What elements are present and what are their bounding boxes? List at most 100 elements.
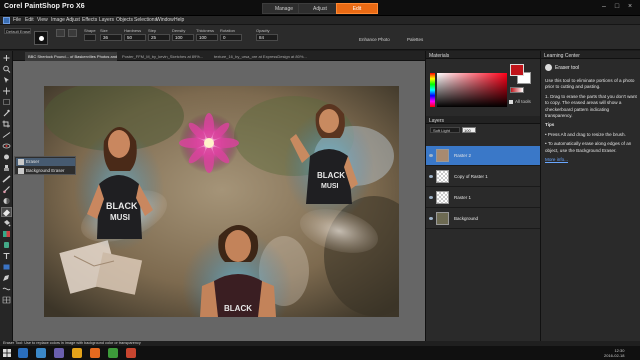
taskbar-app-icon[interactable] xyxy=(126,348,136,358)
pen-tool-icon[interactable] xyxy=(2,274,11,282)
straighten-tool-icon[interactable] xyxy=(2,131,11,139)
doc-tab-3[interactable]: texture_16_by_ursa_ore at ExpressDesign … xyxy=(211,52,319,61)
all-tools-checkbox[interactable]: All tools xyxy=(509,99,531,104)
paint-brush-tool-icon[interactable] xyxy=(2,186,11,194)
visibility-icon[interactable] xyxy=(429,217,433,220)
blend-mode-dropdown[interactable]: Soft Light xyxy=(430,127,460,133)
flyout-eraser-label: Eraser xyxy=(26,159,40,164)
brush-preview[interactable] xyxy=(34,31,48,45)
pick-tool-icon[interactable] xyxy=(2,76,11,84)
close-icon[interactable]: × xyxy=(624,2,636,12)
rectangle-tool-icon[interactable] xyxy=(2,263,11,271)
visibility-icon[interactable] xyxy=(429,196,433,199)
layer-opacity-field[interactable]: 100 xyxy=(462,127,476,133)
crop-tool-icon[interactable] xyxy=(2,120,11,128)
layer-row[interactable]: Raster 2 xyxy=(426,146,541,166)
color-picker[interactable] xyxy=(437,73,507,107)
tool-options-bar: Default Eraser Shape Size 36 Hardness 50… xyxy=(0,25,640,50)
taskbar-app-icon[interactable] xyxy=(54,348,64,358)
rotation-label: Rotation xyxy=(220,28,235,33)
doc-tab-2[interactable]: Poster_FFM_M_by_kevin_Sketches at 89%... xyxy=(119,52,207,61)
tab-edit[interactable]: Edit xyxy=(336,3,378,14)
shape-selector[interactable] xyxy=(84,34,96,41)
layer-row[interactable]: Copy of Raster 1 xyxy=(426,167,541,187)
flood-fill-tool-icon[interactable] xyxy=(2,219,11,227)
mesh-warp-icon[interactable] xyxy=(2,296,11,304)
menu-image[interactable]: Image xyxy=(51,17,65,23)
menu-layers[interactable]: Layers xyxy=(99,17,114,23)
selection-tool-icon[interactable] xyxy=(2,98,11,106)
menu-view[interactable]: View xyxy=(37,17,48,23)
hue-strip[interactable] xyxy=(430,73,435,107)
move-tool-icon[interactable] xyxy=(2,87,11,95)
flyout-eraser[interactable]: Eraser xyxy=(16,158,75,166)
thickness-field[interactable]: 100 xyxy=(196,34,218,41)
density-field[interactable]: 100 xyxy=(172,34,194,41)
step-field[interactable]: 25 xyxy=(148,34,170,41)
menu-objects[interactable]: Objects xyxy=(116,17,133,23)
layer-name: Raster 2 xyxy=(454,153,472,158)
eraser-tool-icon[interactable] xyxy=(1,207,12,217)
menu-file[interactable]: File xyxy=(13,17,21,23)
gradient-swatch[interactable] xyxy=(510,87,524,93)
more-info-link[interactable]: More info... xyxy=(545,157,637,163)
layers-header: Layers xyxy=(426,116,540,124)
learning-center-title: Learning Center xyxy=(544,53,580,59)
preset-dropdown[interactable]: Default Eraser xyxy=(4,28,31,34)
brush-variance-icon[interactable] xyxy=(68,29,77,37)
taskbar-app-icon[interactable] xyxy=(36,348,46,358)
dropper-tool-icon[interactable] xyxy=(2,109,11,117)
windows-start-icon[interactable] xyxy=(3,349,11,357)
opacity-field[interactable]: 84 xyxy=(256,34,278,41)
menu-help[interactable]: Help xyxy=(174,17,184,23)
doc-tab-1[interactable]: BBC Sherlock Pound... of Baskervilles Ph… xyxy=(25,52,117,61)
lighten-darken-icon[interactable] xyxy=(2,197,11,205)
svg-text:MUSI: MUSI xyxy=(321,183,339,190)
menu-selections[interactable]: Selections xyxy=(134,17,157,23)
color-changer-icon[interactable] xyxy=(2,230,11,238)
tray-date: 2016-02-18 xyxy=(604,353,625,358)
scratch-remover-icon[interactable] xyxy=(2,175,11,183)
rotation-field[interactable]: 0 xyxy=(220,34,242,41)
canvas-workspace[interactable]: BLACK MUSI BLACK MUSI BLACK xyxy=(13,61,425,341)
svg-text:BLACK: BLACK xyxy=(106,201,138,211)
shape-label: Shape xyxy=(84,28,96,33)
enhance-photo-menu[interactable]: Enhance Photo xyxy=(359,37,390,42)
pan-tool-icon[interactable] xyxy=(2,54,11,62)
visibility-icon[interactable] xyxy=(429,175,433,178)
menu-effects[interactable]: Effects xyxy=(82,17,97,23)
taskbar-app-icon[interactable] xyxy=(90,348,100,358)
hardness-field[interactable]: 50 xyxy=(124,34,146,41)
layer-row[interactable]: Raster 1 xyxy=(426,188,541,208)
layer-thumbnail xyxy=(436,170,449,183)
layer-row[interactable]: Background xyxy=(426,209,541,229)
hardness-label: Hardness xyxy=(124,28,142,33)
text-tool-icon[interactable] xyxy=(2,252,11,260)
red-eye-tool-icon[interactable] xyxy=(2,142,11,150)
clone-tool-icon[interactable] xyxy=(2,164,11,172)
eraser-mode-icon[interactable] xyxy=(56,29,65,37)
menu-edit[interactable]: Edit xyxy=(25,17,34,23)
taskbar-app-icon[interactable] xyxy=(108,348,118,358)
maximize-icon[interactable]: □ xyxy=(611,2,623,12)
picture-tube-icon[interactable] xyxy=(2,241,11,249)
step-label: Step xyxy=(148,28,157,33)
menu-adjust[interactable]: Adjust xyxy=(66,17,80,23)
makeover-tool-icon[interactable] xyxy=(2,153,11,161)
tray-clock[interactable]: 12:30 2016-02-18 xyxy=(604,348,624,358)
visibility-icon[interactable] xyxy=(429,154,433,157)
foreground-color-swatch[interactable] xyxy=(510,64,524,76)
taskbar-app-icon[interactable] xyxy=(72,348,82,358)
warp-brush-icon[interactable] xyxy=(2,285,11,293)
layer-name: Raster 1 xyxy=(454,195,472,200)
image-canvas[interactable]: BLACK MUSI BLACK MUSI BLACK xyxy=(44,86,399,317)
file-menu-icon[interactable] xyxy=(3,17,10,24)
taskbar-app-icon[interactable] xyxy=(18,348,28,358)
flyout-background-eraser-label: Background Eraser xyxy=(26,168,65,173)
zoom-tool-icon[interactable] xyxy=(2,65,11,73)
menu-window[interactable]: Window xyxy=(156,17,174,23)
minimize-icon[interactable]: – xyxy=(598,2,610,12)
flyout-background-eraser[interactable]: Background Eraser xyxy=(16,167,75,175)
size-field[interactable]: 36 xyxy=(100,34,122,41)
palettes-menu[interactable]: Palettes xyxy=(407,37,423,42)
